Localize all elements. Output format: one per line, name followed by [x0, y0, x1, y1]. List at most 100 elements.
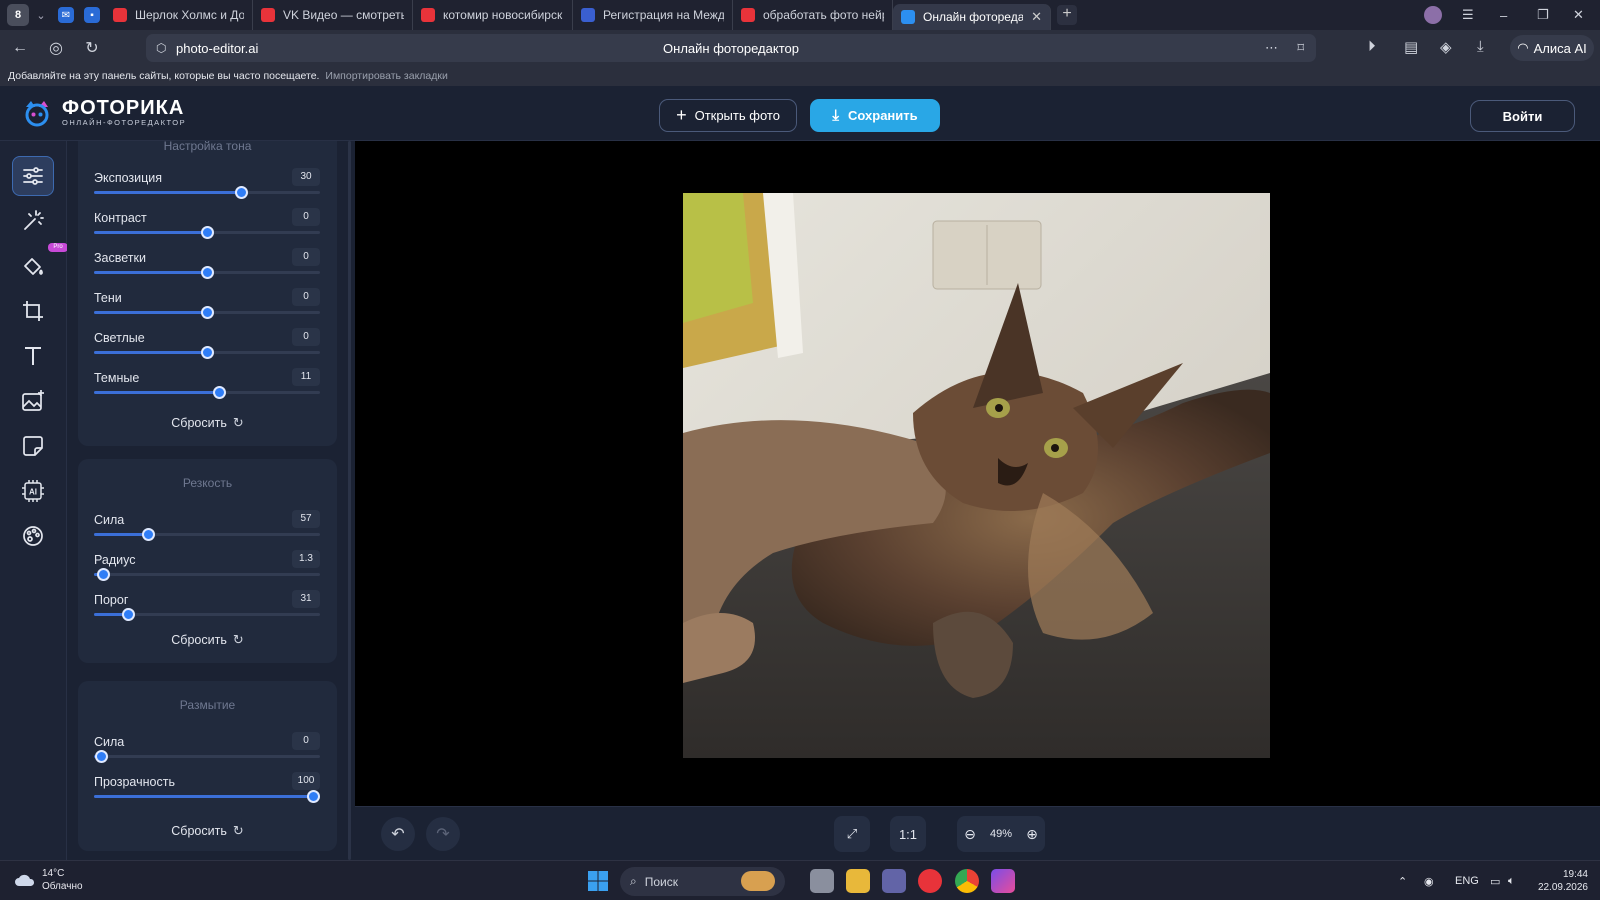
tool-adjust[interactable] [12, 156, 54, 196]
slider-track[interactable] [94, 528, 320, 541]
browser-tab[interactable]: Онлайн фоторедактор ✕ [893, 4, 1051, 30]
minimize-icon[interactable]: – [1500, 0, 1507, 30]
yandex-browser-icon[interactable] [918, 869, 942, 893]
file-explorer-icon[interactable] [846, 869, 870, 893]
slider-handle[interactable] [142, 528, 156, 541]
slider-track[interactable] [94, 608, 320, 621]
network-icon[interactable]: ▭ [1490, 861, 1500, 900]
save-button[interactable]: ⤓ Сохранить [810, 99, 940, 132]
tray-chevron-icon[interactable]: ⌃ [1398, 861, 1407, 900]
download-icon[interactable]: ⤓ [1477, 38, 1484, 55]
tool-ai[interactable]: AI [12, 471, 54, 511]
slider-value-field[interactable]: 0 [292, 208, 320, 226]
tool-sticker[interactable] [12, 426, 54, 466]
browser-tab[interactable]: котомир новосибирск оф [413, 0, 573, 30]
scrollbar-thumb[interactable] [348, 141, 351, 860]
profile-badge[interactable]: 8 [7, 4, 29, 26]
slider-track[interactable] [94, 386, 320, 399]
close-window-icon[interactable]: ✕ [1573, 0, 1584, 30]
media-icon[interactable]: ⏵ [1368, 38, 1376, 55]
language-indicator[interactable]: ENG [1455, 861, 1479, 900]
login-button[interactable]: Войти [1470, 100, 1575, 132]
clock[interactable]: 19:44 22.09.2026 [1538, 868, 1588, 894]
panel-scrollbar[interactable] [347, 141, 352, 860]
browser-tab[interactable]: Регистрация на Междуна [573, 0, 733, 30]
fit-screen-button[interactable]: ⤢ [834, 816, 870, 852]
slider-handle[interactable] [201, 266, 214, 279]
tool-palette[interactable] [12, 516, 54, 556]
tray-app-icon[interactable]: ◉ [1424, 861, 1434, 900]
slider-track[interactable] [94, 266, 320, 279]
tool-magic[interactable] [12, 201, 54, 241]
tool-image[interactable] [12, 381, 54, 421]
mail-icon[interactable]: ✉ [58, 7, 74, 23]
slider-value-field[interactable]: 0 [292, 328, 320, 346]
slider-value-field[interactable]: 0 [292, 732, 320, 750]
reload-icon[interactable]: ↻ [74, 38, 110, 58]
more-icon[interactable]: ⋯ [1265, 40, 1278, 56]
taskbar-search[interactable]: ⌕ Поиск [620, 867, 785, 896]
sharpness-reset-button[interactable]: Сбросить ↻ [78, 632, 337, 648]
tool-fill[interactable]: Pro [12, 243, 68, 286]
browser-tab[interactable]: Шерлок Холмс и Доктор [105, 0, 253, 30]
chrome-icon[interactable] [955, 869, 979, 893]
slider-track[interactable] [94, 306, 320, 319]
zoom-out-icon[interactable]: ⊖ [964, 826, 976, 843]
logo[interactable]: ФОТОРИКА ОНЛАЙН-ФОТОРЕДАКТОР [22, 98, 186, 128]
slider-value-field[interactable]: 0 [292, 288, 320, 306]
browser-tab[interactable]: обработать фото нейрос [733, 0, 893, 30]
chevron-down-icon[interactable]: ⌄ [29, 9, 53, 22]
slider-track[interactable] [94, 186, 320, 199]
actual-size-button[interactable]: 1:1 [890, 816, 926, 852]
app-icon[interactable] [991, 869, 1015, 893]
zoom-in-icon[interactable]: ⊕ [1026, 826, 1038, 843]
messenger-icon[interactable]: ▪ [84, 7, 100, 23]
tone-reset-button[interactable]: Сбросить ↻ [78, 415, 337, 431]
extension-icon[interactable]: ◈ [1440, 38, 1452, 56]
shield-icon[interactable]: ◎ [38, 38, 74, 58]
weather-widget[interactable]: 14°C Облачно [14, 867, 83, 893]
slider-value-field[interactable]: 0 [292, 248, 320, 266]
tool-crop[interactable] [12, 291, 54, 331]
undo-button[interactable]: ↶ [381, 817, 415, 851]
reader-icon[interactable]: ▤ [1404, 38, 1418, 56]
slider-value-field[interactable]: 57 [292, 510, 320, 528]
slider-track[interactable] [94, 750, 320, 763]
slider-handle[interactable] [234, 186, 248, 199]
slider-handle[interactable] [97, 568, 111, 581]
teams-icon[interactable] [882, 869, 906, 893]
import-bookmarks-link[interactable]: Импортировать закладки [325, 70, 447, 82]
profile-avatar[interactable] [1424, 0, 1442, 30]
browser-tab[interactable]: VK Видео — смотреть он [253, 0, 413, 30]
slider-value-field[interactable]: 100 [292, 772, 320, 790]
windows-start-icon[interactable] [586, 869, 610, 893]
redo-button[interactable]: ↷ [426, 817, 460, 851]
bookmark-icon[interactable]: ⌑ [1297, 40, 1304, 56]
slider-handle[interactable] [201, 226, 214, 239]
slider-handle[interactable] [94, 750, 108, 763]
new-tab-button[interactable]: + [1057, 5, 1077, 25]
task-view-icon[interactable] [810, 869, 834, 893]
slider-handle[interactable] [307, 790, 321, 803]
restore-icon[interactable]: ❐ [1537, 0, 1549, 30]
close-tab-icon[interactable]: ✕ [1031, 9, 1042, 25]
slider-handle[interactable] [213, 386, 227, 399]
slider-handle[interactable] [201, 346, 214, 359]
slider-track[interactable] [94, 346, 320, 359]
editor-canvas[interactable] [355, 141, 1600, 806]
menu-icon[interactable]: ☰ [1462, 0, 1474, 30]
tool-text[interactable] [12, 336, 54, 376]
open-photo-button[interactable]: + Открыть фото [659, 99, 797, 132]
slider-track[interactable] [94, 226, 320, 239]
blur-reset-button[interactable]: Сбросить ↻ [78, 823, 337, 839]
slider-value-field[interactable]: 31 [292, 590, 320, 608]
url-field[interactable]: ⬡ photo-editor.ai Онлайн фоторедактор ⋯ … [146, 34, 1316, 62]
slider-handle[interactable] [121, 608, 135, 621]
slider-value-field[interactable]: 11 [292, 368, 320, 386]
back-icon[interactable]: ← [2, 39, 38, 57]
slider-value-field[interactable]: 1.3 [292, 550, 320, 568]
alisa-ai-button[interactable]: ◠ Алиса AI [1510, 35, 1594, 61]
photo-cat[interactable] [683, 193, 1270, 758]
slider-track[interactable] [94, 568, 320, 581]
slider-track[interactable] [94, 790, 321, 803]
